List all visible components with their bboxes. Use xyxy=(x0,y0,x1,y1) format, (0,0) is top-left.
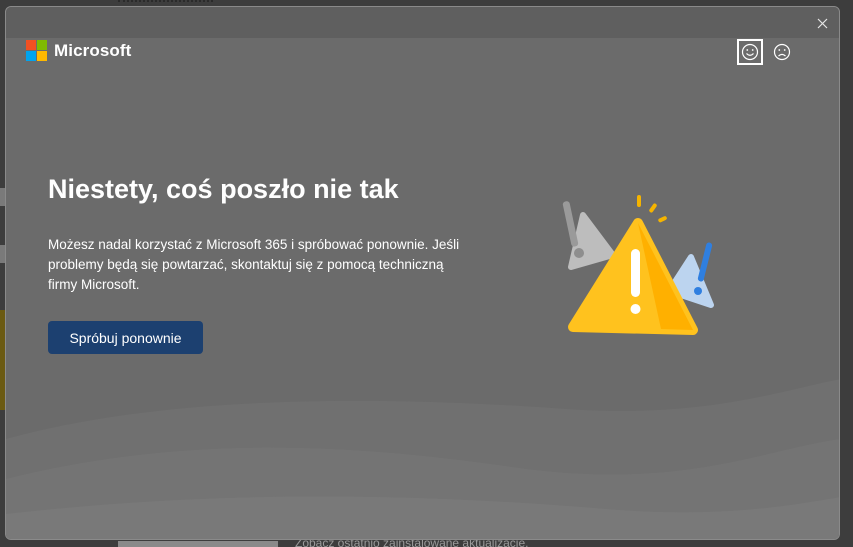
frown-icon xyxy=(773,43,791,61)
close-button[interactable] xyxy=(811,12,833,34)
microsoft-brand: Microsoft xyxy=(26,40,131,61)
close-icon xyxy=(817,18,827,28)
frown-feedback-button[interactable] xyxy=(769,39,795,65)
feedback-buttons xyxy=(737,39,795,65)
error-headline: Niestety, coś poszło nie tak xyxy=(48,174,399,204)
decorative-waves xyxy=(6,379,839,539)
error-dialog: Microsoft Niestety, coś poszło nie tak M… xyxy=(5,6,840,540)
retry-button[interactable]: Spróbuj ponownie xyxy=(48,321,203,354)
error-message: Możesz nadal korzystać z Microsoft 365 i… xyxy=(48,237,460,292)
smile-feedback-button[interactable] xyxy=(737,39,763,65)
microsoft-logo-icon xyxy=(26,40,47,61)
warning-triangles-illustration-icon xyxy=(562,195,714,335)
dialog-titlebar xyxy=(6,7,839,38)
brand-name: Microsoft xyxy=(54,40,132,60)
smile-icon xyxy=(741,43,759,61)
background-thumbnail xyxy=(118,541,278,547)
